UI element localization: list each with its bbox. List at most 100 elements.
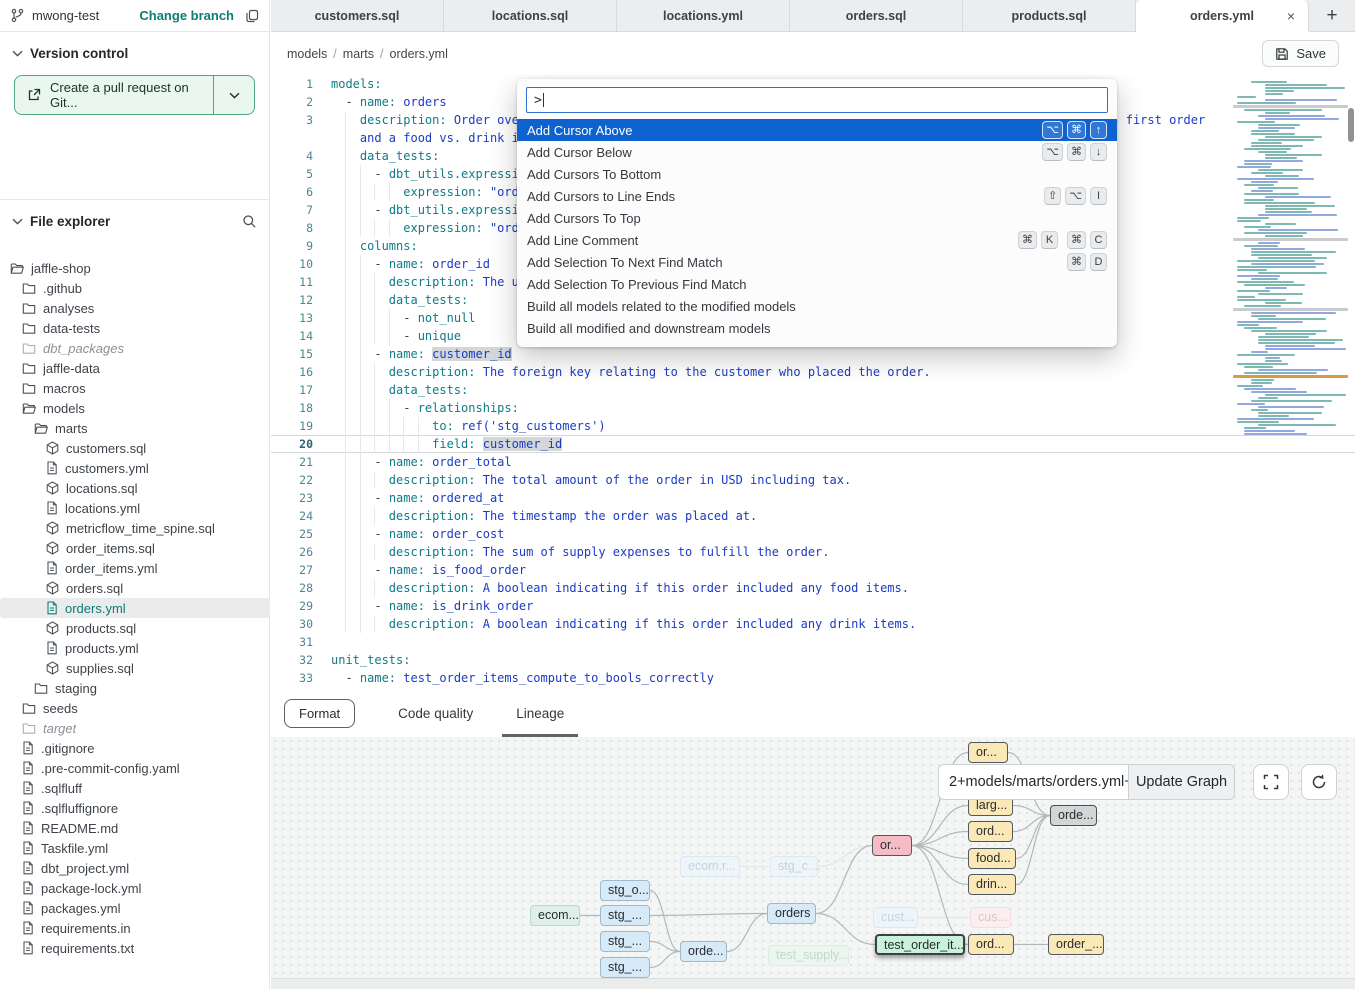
palette-item-add-selection-to-next-find-match[interactable]: Add Selection To Next Find Match⌘D [517,251,1117,273]
code-line-24[interactable]: 24 description: The timestamp the order … [271,507,1355,525]
file-tree-item-analyses[interactable]: analyses [0,298,270,318]
file-tree-item-customers-yml[interactable]: customers.yml [0,458,270,478]
copy-branch-icon[interactable] [245,9,259,23]
lineage-node-ord2[interactable]: ord... [968,821,1013,842]
lineage-node-cust_f[interactable]: cust... [873,907,918,928]
lineage-node-orde_gray[interactable]: orde... [1050,805,1097,826]
tab-products-sql[interactable]: products.sql [963,0,1136,31]
code-line-18[interactable]: 18 - relationships: [271,399,1355,417]
code-line-30[interactable]: 30 description: A boolean indicating if … [271,615,1355,633]
file-tree-item-orders-sql[interactable]: orders.sql [0,578,270,598]
file-tree-item-marts[interactable]: marts [0,418,270,438]
palette-item-build-all-modified-and-downstream-models[interactable]: Build all modified and downstream models [517,317,1117,339]
tab-locations-yml[interactable]: locations.yml [617,0,790,31]
close-icon[interactable]: × [1287,8,1295,24]
lineage-node-food[interactable]: food... [968,848,1016,869]
file-tree-item-jaffle-data[interactable]: jaffle-data [0,358,270,378]
create-pr-dropdown[interactable] [214,76,254,114]
file-explorer-header[interactable]: File explorer [0,199,269,237]
create-pr-button-main[interactable]: Create a pull request on Git... [15,76,213,114]
lineage-node-ecom_f[interactable]: ecom.r... [680,856,740,877]
palette-item-add-cursors-to-bottom[interactable]: Add Cursors To Bottom [517,163,1117,185]
file-tree-item-data-tests[interactable]: data-tests [0,318,270,338]
lineage-node-drin[interactable]: drin... [968,874,1016,895]
file-tree-item-locations-yml[interactable]: locations.yml [0,498,270,518]
file-tree-item--gitignore[interactable]: .gitignore [0,738,270,758]
fullscreen-button[interactable] [1253,764,1289,800]
lineage-node-test_order[interactable]: test_order_it... [875,934,965,955]
lineage-node-test_supply_f[interactable]: test_supply... [768,945,849,966]
command-palette-input[interactable]: > [526,87,1108,113]
version-control-header[interactable]: Version control [0,32,269,69]
bottom-tab-code-quality[interactable]: Code quality [398,690,473,737]
file-tree-item-requirements-in[interactable]: requirements.in [0,918,270,938]
palette-item-add-cursors-to-top[interactable]: Add Cursors To Top [517,207,1117,229]
change-branch-link[interactable]: Change branch [139,8,234,23]
code-line-21[interactable]: 21 - name: order_total [271,453,1355,471]
new-tab-button[interactable]: + [1326,6,1337,25]
code-line-15[interactable]: 15 - name: customer_id [271,345,1355,363]
palette-item-build-all-models-related-to-the-modified-models[interactable]: Build all models related to the modified… [517,295,1117,317]
code-line-16[interactable]: 16 description: The foreign key relating… [271,363,1355,381]
editor-scrollbar[interactable] [1348,108,1354,142]
code-line-23[interactable]: 23 - name: ordered_at [271,489,1355,507]
palette-item-add-line-comment[interactable]: Add Line Comment⌘K⌘C [517,229,1117,251]
palette-item-add-selection-to-previous-find-match[interactable]: Add Selection To Previous Find Match [517,273,1117,295]
file-tree-item--pre-commit-config-yaml[interactable]: .pre-commit-config.yaml [0,758,270,778]
code-line-25[interactable]: 25 - name: order_cost [271,525,1355,543]
palette-item-add-cursors-to-line-ends[interactable]: Add Cursors to Line Ends⇧⌥I [517,185,1117,207]
code-line-19[interactable]: 19 to: ref('stg_customers') [271,417,1355,435]
breadcrumb-models[interactable]: models [287,47,327,61]
file-tree-item-orders-yml[interactable]: orders.yml [0,598,270,618]
file-tree-item-requirements-txt[interactable]: requirements.txt [0,938,270,958]
refresh-button[interactable] [1301,764,1337,800]
file-tree-item-jaffle-shop[interactable]: jaffle-shop [0,258,270,278]
lineage-node-ord3[interactable]: ord... [968,934,1014,955]
lineage-node-stg2[interactable]: stg_... [600,931,650,952]
lineage-node-ecom[interactable]: ecom.... [530,905,580,926]
palette-item-add-cursor-below[interactable]: Add Cursor Below⌥⌘↓ [517,141,1117,163]
save-button[interactable]: Save [1262,40,1339,67]
file-tree-item-metricflow-time-spine-sql[interactable]: metricflow_time_spine.sql [0,518,270,538]
tab-orders-sql[interactable]: orders.sql [790,0,963,31]
lineage-node-orde_b[interactable]: orde... [680,941,727,962]
file-tree-item--sqlfluff[interactable]: .sqlfluff [0,778,270,798]
file-tree-item--sqlfluffignore[interactable]: .sqlfluffignore [0,798,270,818]
lineage-node-or1[interactable]: or... [968,742,1008,763]
file-tree-item-locations-sql[interactable]: locations.sql [0,478,270,498]
file-tree-item-dbt-project-yml[interactable]: dbt_project.yml [0,858,270,878]
palette-item-add-cursor-above[interactable]: Add Cursor Above⌥⌘↑ [517,119,1117,141]
lineage-hscrollbar[interactable] [271,978,1355,989]
format-button[interactable]: Format [284,699,355,728]
file-tree-item-customers-sql[interactable]: customers.sql [0,438,270,458]
file-tree-item-readme-md[interactable]: README.md [0,818,270,838]
file-tree-item-taskfile-yml[interactable]: Taskfile.yml [0,838,270,858]
file-tree-item--github[interactable]: .github [0,278,270,298]
code-line-32[interactable]: 32unit_tests: [271,651,1355,669]
lineage-node-order4[interactable]: order_... [1048,934,1104,955]
lineage-node-or_pink[interactable]: or... [872,835,912,856]
code-line-26[interactable]: 26 description: The sum of supply expens… [271,543,1355,561]
code-line-20[interactable]: 20 field: customer_id [271,435,1355,453]
code-line-29[interactable]: 29 - name: is_drink_order [271,597,1355,615]
file-tree-item-dbt-packages[interactable]: dbt_packages [0,338,270,358]
code-line-17[interactable]: 17 data_tests: [271,381,1355,399]
code-editor[interactable]: 1models:2 - name: orders3 description: O… [271,75,1355,690]
bottom-tab-lineage[interactable]: Lineage [516,690,564,737]
lineage-canvas[interactable]: ecom....stg_o...stg_...stg_...stg_...ord… [271,737,1355,989]
lineage-node-stg_o[interactable]: stg_o... [600,880,650,901]
file-tree-item-packages-yml[interactable]: packages.yml [0,898,270,918]
search-icon[interactable] [242,214,257,229]
file-tree-item-target[interactable]: target [0,718,270,738]
file-tree-item-order-items-yml[interactable]: order_items.yml [0,558,270,578]
file-tree-item-models[interactable]: models [0,398,270,418]
code-line-33[interactable]: 33 - name: test_order_items_compute_to_b… [271,669,1355,687]
tab-locations-sql[interactable]: locations.sql [444,0,617,31]
lineage-node-orders[interactable]: orders [767,903,816,924]
file-tree-item-products-yml[interactable]: products.yml [0,638,270,658]
code-line-28[interactable]: 28 description: A boolean indicating if … [271,579,1355,597]
file-tree-item-package-lock-yml[interactable]: package-lock.yml [0,878,270,898]
file-tree-item-macros[interactable]: macros [0,378,270,398]
lineage-node-stg_c_f[interactable]: stg_c... [770,856,818,877]
tab-customers-sql[interactable]: customers.sql [271,0,444,31]
